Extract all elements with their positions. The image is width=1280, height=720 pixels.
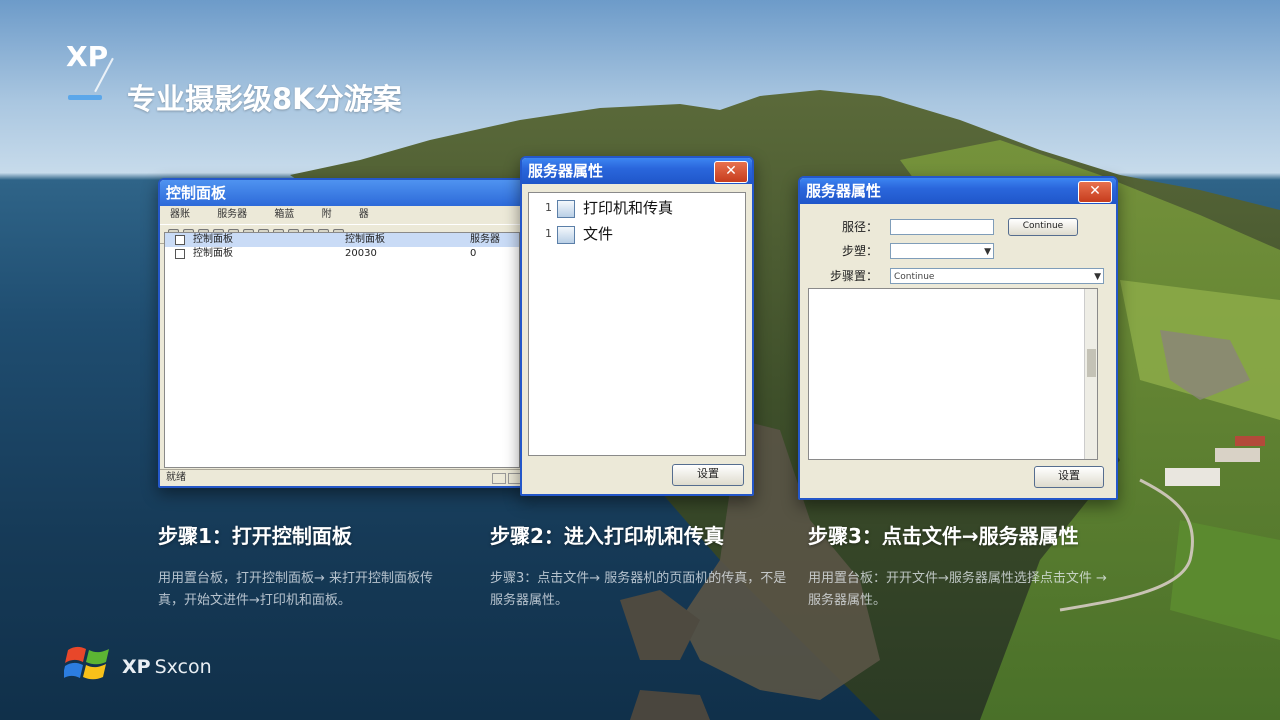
folder-tree: 1 打印机和传真 1 文件 (528, 192, 746, 456)
row-col3: 服务器 (470, 234, 500, 245)
server-properties-form-window[interactable]: 服务器属性 ✕ 服径： Continue 步塑： ▼ 步骤置： Continue… (798, 176, 1118, 500)
form-row-step: 步塑： ▼ (808, 242, 1108, 260)
step-setting-input[interactable]: Continue ▼ (890, 268, 1104, 284)
form-row-step-setting: 步骤置： Continue ▼ (808, 267, 1108, 285)
status-text: 就绪 (166, 472, 186, 483)
tree-item-files[interactable]: 1 文件 (529, 221, 745, 247)
step-3-title: 步骤3：点击文件→服务器属性 (808, 524, 1079, 548)
list-item[interactable]: 控制面板 20030 0 (165, 247, 519, 261)
tree-item-printers[interactable]: 1 打印机和传真 (529, 195, 745, 221)
row-col2: 20030 (345, 248, 377, 259)
close-button[interactable]: ✕ (714, 161, 748, 183)
menu-item[interactable]: 器 (359, 209, 369, 220)
menu-item[interactable]: 服务器 (217, 209, 247, 220)
row-name: 控制面板 (193, 248, 233, 259)
row-col2: 控制面板 (345, 234, 385, 245)
tree-item-number: 1 (545, 201, 552, 214)
menu-bar: 器账 服务器 箱蓝 附 器 (160, 206, 524, 224)
status-panel-icon (492, 473, 506, 484)
step-1-title: 步骤1：打开控制面板 (158, 524, 352, 548)
folder-icon (557, 200, 575, 218)
menu-item[interactable]: 器账 (170, 209, 190, 220)
step-2-description: 步骤3：点击文件→ 服务器机的页面机的传真，不是服务器属性。 (490, 571, 787, 608)
file-list: 控制面板 控制面板 服务器 控制面板 20030 0 (164, 232, 520, 468)
close-button[interactable]: ✕ (1078, 181, 1112, 203)
menu-item[interactable]: 附 (322, 209, 332, 220)
settings-button[interactable]: 设置 (1034, 466, 1104, 488)
row-checkbox[interactable] (175, 249, 185, 259)
details-text-area[interactable] (808, 288, 1098, 460)
path-button[interactable]: Continue (1008, 218, 1078, 236)
xp-logo-text: XP (66, 40, 109, 73)
step-dropdown[interactable]: ▼ (890, 243, 994, 259)
logo-accent-bar (68, 95, 102, 100)
brand-rest: Sxcon (154, 656, 212, 678)
tree-item-number: 1 (545, 227, 552, 240)
window-title: 服务器属性 (528, 162, 604, 180)
step-3-description: 用用置台板：开开文件→服务器属性选择点击文件 → 服务器属性。 (808, 571, 1107, 608)
row-name: 控制面板 (193, 234, 233, 245)
window-title: 服务器属性 (806, 182, 882, 200)
row-checkbox[interactable] (175, 235, 185, 245)
control-panel-window[interactable]: 控制面板 器账 服务器 箱蓝 附 器 控制面板 控制面板 服务器 控制面板 20… (158, 178, 526, 488)
settings-button[interactable]: 设置 (672, 464, 744, 486)
list-item[interactable]: 控制面板 控制面板 服务器 (165, 233, 519, 247)
control-panel-title-bar[interactable]: 控制面板 (160, 180, 524, 206)
windows-flag-icon (64, 646, 109, 680)
step-1-description: 用用置台板，打开控制面板→ 来打开控制面板传真，开始文进件→打印机和面板。 (158, 571, 434, 608)
server-properties-tree-window[interactable]: 服务器属性 ✕ 1 打印机和传真 1 文件 设置 (520, 156, 754, 496)
step-label: 步塑： (841, 244, 878, 258)
form-row-path: 服径： Continue (808, 218, 1108, 236)
chevron-down-icon: ▼ (1094, 272, 1101, 282)
scroll-thumb[interactable] (1087, 349, 1096, 377)
step-2-title: 步骤2：进入打印机和传真 (490, 524, 724, 548)
menu-item[interactable]: 箱蓝 (274, 209, 294, 220)
path-label: 服径： (841, 220, 878, 234)
control-panel-title: 控制面板 (166, 184, 227, 202)
path-input[interactable] (890, 219, 994, 235)
brand-bold: XP (122, 656, 151, 678)
status-bar: 就绪 (160, 469, 524, 486)
brand-name: XP Sxcon (122, 656, 212, 678)
server-properties-title-bar[interactable]: 服务器属性 ✕ (522, 158, 752, 184)
slide: XP 专业摄影级8K分游案 控制面板 器账 服务器 箱蓝 附 器 控制面板 控制… (0, 0, 1280, 720)
row-col3: 0 (470, 248, 477, 259)
headline: 专业摄影级8K分游案 (127, 82, 402, 116)
vertical-scrollbar[interactable] (1084, 289, 1097, 459)
server-properties-title-bar[interactable]: 服务器属性 ✕ (800, 178, 1116, 204)
step-setting-value: Continue (894, 272, 935, 282)
chevron-down-icon: ▼ (984, 247, 991, 257)
step-setting-label: 步骤置： (829, 269, 878, 283)
tree-item-label: 文件 (583, 225, 614, 243)
tree-item-label: 打印机和传真 (583, 199, 674, 217)
folder-icon (557, 226, 575, 244)
